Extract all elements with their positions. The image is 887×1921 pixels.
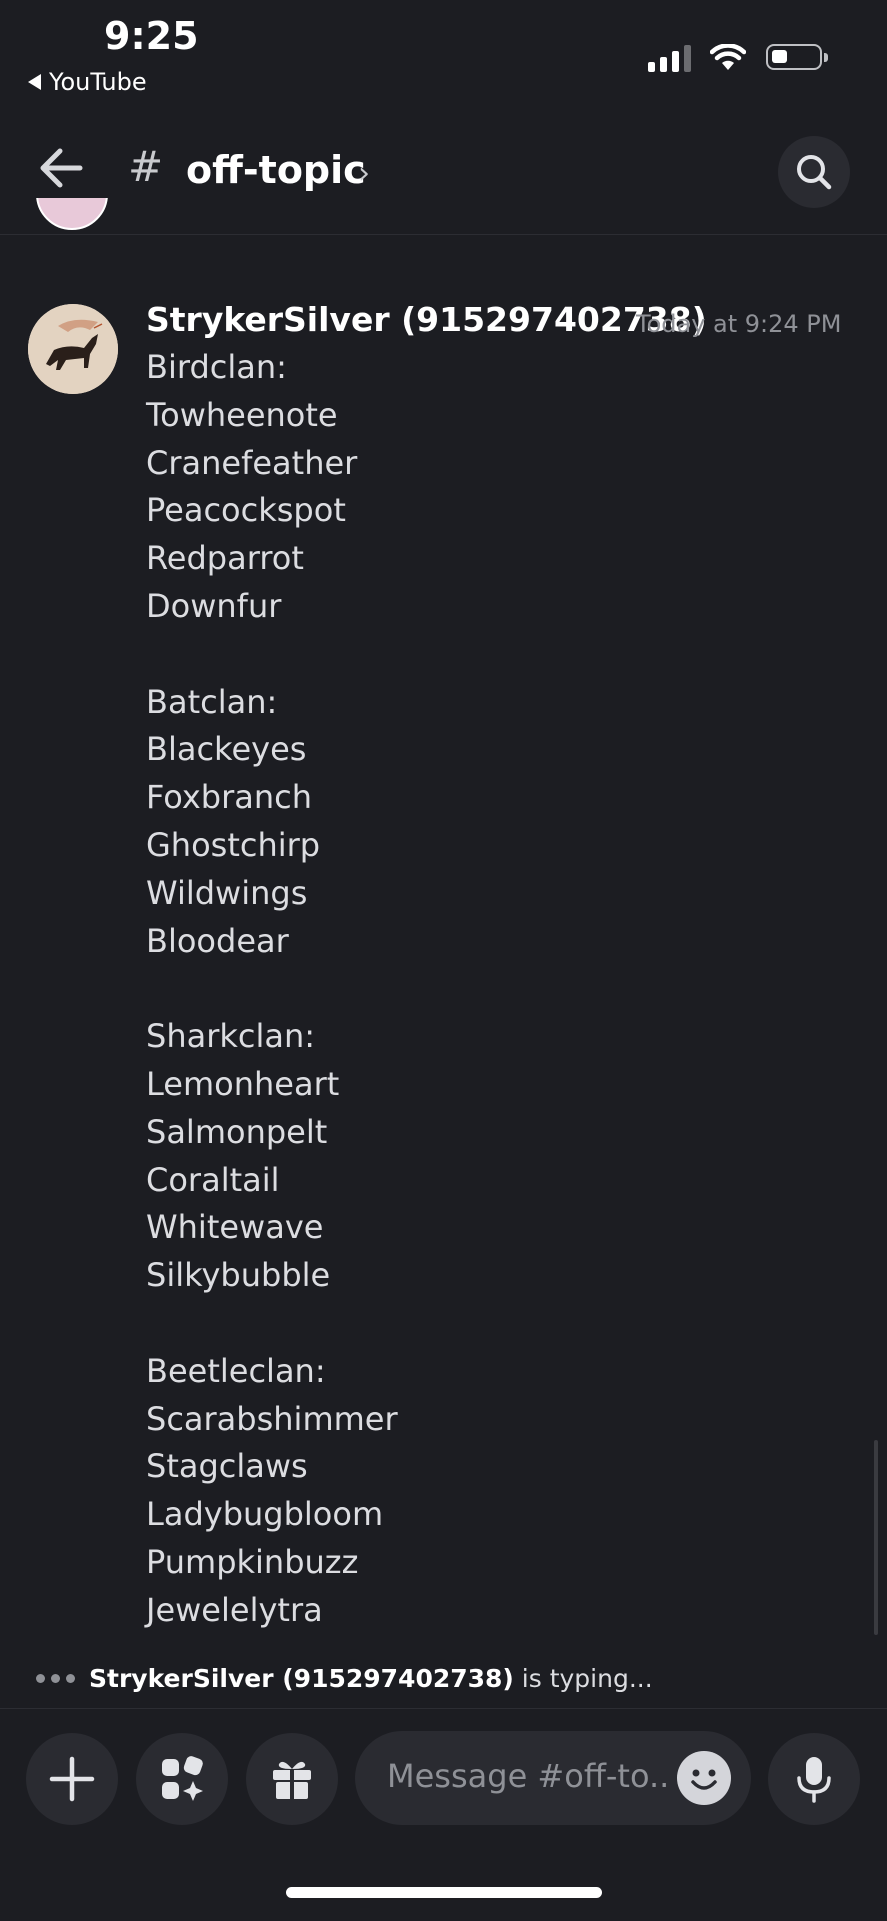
message-line: Foxbranch xyxy=(146,778,313,817)
emoji-button[interactable] xyxy=(677,1751,731,1805)
battery-icon xyxy=(766,44,828,70)
message-line: Redparrot xyxy=(146,539,304,578)
chevron-right-icon[interactable]: › xyxy=(358,156,370,191)
status-time: 9:25 xyxy=(104,14,199,58)
scrollbar[interactable] xyxy=(874,1440,878,1635)
gift-button[interactable] xyxy=(246,1733,338,1825)
message-line: Stagclaws xyxy=(146,1447,308,1486)
typing-suffix: is typing... xyxy=(513,1664,653,1693)
message-line: Silkybubble xyxy=(146,1256,331,1295)
gift-icon xyxy=(273,1761,311,1799)
back-triangle-icon xyxy=(28,74,41,90)
message-line: Beetleclan: xyxy=(146,1351,326,1390)
message-line: Whitewave xyxy=(146,1208,324,1247)
add-attachment-button[interactable] xyxy=(26,1733,118,1825)
message-line: Bloodear xyxy=(146,921,289,960)
channel-header: # off-topic › xyxy=(0,110,887,235)
message-author[interactable]: StrykerSilver (915297402738) xyxy=(146,300,707,339)
back-app-label: YouTube xyxy=(49,68,147,96)
channel-hash-icon: # xyxy=(128,142,164,191)
typing-indicator: StrykerSilver (915297402738) is typing..… xyxy=(36,1664,653,1693)
search-icon xyxy=(797,155,832,190)
message-input-placeholder: Message #off-to.. xyxy=(387,1757,670,1795)
message-input[interactable]: Message #off-to.. xyxy=(355,1731,751,1825)
message-line: Blackeyes xyxy=(146,730,307,769)
previous-message-avatar[interactable] xyxy=(36,198,108,250)
search-button[interactable] xyxy=(778,136,850,208)
message-line: Downfur xyxy=(146,586,282,625)
message-line: Wildwings xyxy=(146,873,308,912)
message-line xyxy=(146,631,398,679)
plus-icon xyxy=(49,1756,95,1802)
message-content: Birdclan: Towheenote Cranefeather Peacoc… xyxy=(146,344,398,1635)
typing-dots-icon xyxy=(36,1674,75,1683)
channel-name[interactable]: off-topic xyxy=(186,148,366,192)
message-line: Towheenote xyxy=(146,395,338,434)
status-bar: 9:25 YouTube xyxy=(0,0,887,110)
voice-message-button[interactable] xyxy=(768,1733,860,1825)
message-line: Salmonpelt xyxy=(146,1112,328,1151)
emoji-icon xyxy=(691,1769,717,1790)
message-line: Ladybugbloom xyxy=(146,1495,384,1534)
message-line: Ghostchirp xyxy=(146,825,321,864)
home-indicator[interactable] xyxy=(286,1887,602,1898)
message-line: Sharkclan: xyxy=(146,1017,316,1056)
microphone-icon xyxy=(797,1757,831,1803)
wifi-icon xyxy=(710,44,746,70)
cellular-signal-icon xyxy=(648,44,691,72)
message-line: Peacockspot xyxy=(146,491,346,530)
message-line: Cranefeather xyxy=(146,443,358,482)
avatar[interactable] xyxy=(28,304,118,394)
message-line xyxy=(146,1300,398,1348)
back-to-app-link[interactable]: YouTube xyxy=(28,68,147,96)
message-line xyxy=(146,965,398,1013)
message-line: Coraltail xyxy=(146,1160,280,1199)
avatar-image xyxy=(28,304,118,394)
message-line: Pumpkinbuzz xyxy=(146,1542,359,1581)
message-line: Jewelelytra xyxy=(146,1590,323,1629)
message-line: Scarabshimmer xyxy=(146,1399,398,1438)
apps-icon xyxy=(162,1756,203,1801)
typing-user: StrykerSilver (915297402738) xyxy=(89,1664,514,1693)
message-line: Lemonheart xyxy=(146,1064,340,1103)
message-line: Birdclan: xyxy=(146,348,287,386)
arrow-left-icon[interactable] xyxy=(38,146,84,190)
message-timestamp: Today at 9:24 PM xyxy=(636,310,842,338)
apps-button[interactable] xyxy=(136,1733,228,1825)
message-line: Batclan: xyxy=(146,682,278,721)
